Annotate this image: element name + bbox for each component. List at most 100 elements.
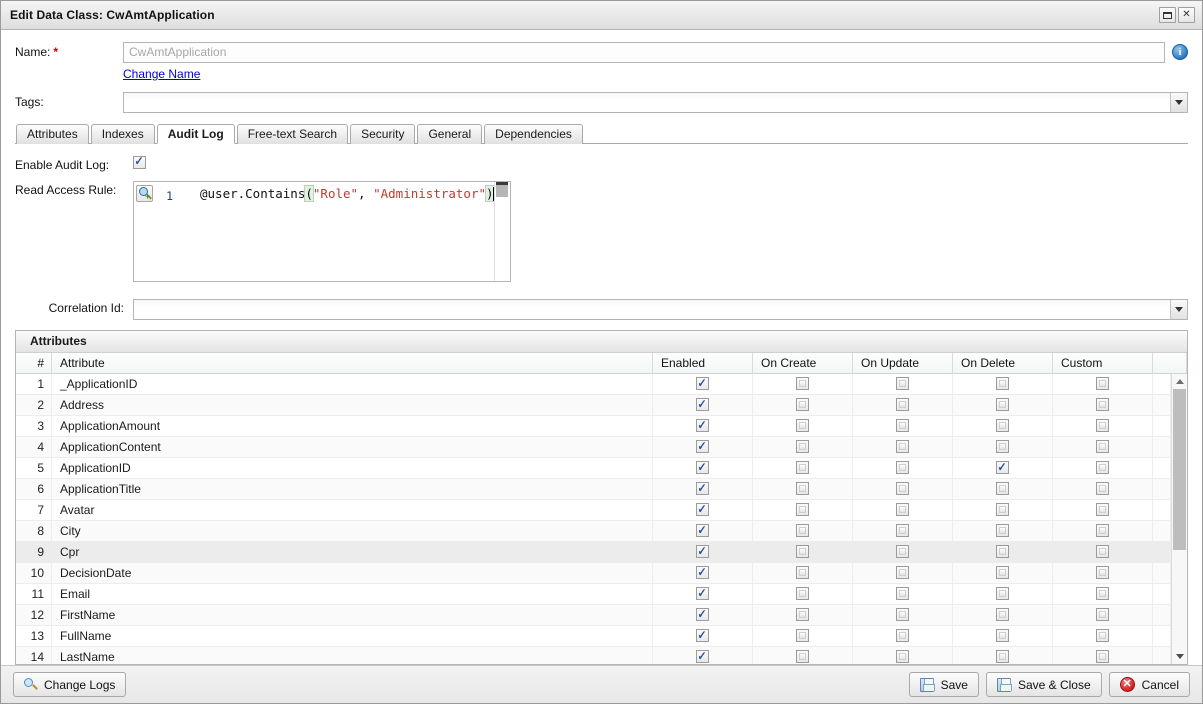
table-row[interactable]: 11Email ✓ ✓ ✓ ✓ ✓ <box>16 583 1171 605</box>
tab-free-text-search[interactable]: Free-text Search <box>236 123 349 144</box>
checkbox-enabled[interactable]: ✓ <box>696 566 709 580</box>
checkbox-enabled[interactable]: ✓ <box>696 440 709 454</box>
checkbox-custom[interactable]: ✓ <box>1096 482 1109 496</box>
checkbox-enabled[interactable]: ✓ <box>696 545 709 559</box>
checkbox-custom[interactable]: ✓ <box>1096 545 1109 559</box>
checkbox-on-delete[interactable]: ✓ <box>996 587 1009 601</box>
enable-audit-log-checkbox[interactable]: ✓ <box>133 155 146 169</box>
column-header-custom[interactable]: Custom <box>1053 352 1153 373</box>
table-row[interactable]: 13FullName ✓ ✓ ✓ ✓ ✓ <box>16 625 1171 647</box>
checkbox-on-create[interactable]: ✓ <box>796 419 809 433</box>
checkbox-enabled[interactable]: ✓ <box>696 629 709 643</box>
checkbox-on-delete[interactable]: ✓ <box>996 482 1009 496</box>
checkbox-enabled[interactable]: ✓ <box>696 608 709 622</box>
checkbox-on-update[interactable]: ✓ <box>896 629 909 643</box>
checkbox-on-create[interactable]: ✓ <box>796 377 809 391</box>
editor-scrollbar-thumb[interactable] <box>495 181 508 197</box>
checkbox-on-create[interactable]: ✓ <box>796 524 809 538</box>
table-row[interactable]: 6ApplicationTitle ✓ ✓ ✓ ✓ ✓ <box>16 478 1171 500</box>
checkbox-enabled[interactable]: ✓ <box>696 650 709 664</box>
checkbox-on-delete[interactable]: ✓ <box>996 650 1009 664</box>
checkbox-on-delete[interactable]: ✓ <box>996 566 1009 580</box>
checkbox-on-delete[interactable]: ✓ <box>996 461 1009 475</box>
restore-icon[interactable] <box>1159 7 1176 23</box>
column-header-on-delete[interactable]: On Delete <box>953 352 1053 373</box>
change-logs-button[interactable]: Change Logs <box>13 672 127 697</box>
tab-audit-log[interactable]: Audit Log <box>156 123 235 144</box>
checkbox-on-delete[interactable]: ✓ <box>996 524 1009 538</box>
checkbox-on-create[interactable]: ✓ <box>796 440 809 454</box>
checkbox-on-update[interactable]: ✓ <box>896 545 909 559</box>
checkbox-on-update[interactable]: ✓ <box>896 608 909 622</box>
checkbox-on-create[interactable]: ✓ <box>796 482 809 496</box>
tab-general[interactable]: General <box>417 123 483 144</box>
checkbox-custom[interactable]: ✓ <box>1096 608 1109 622</box>
checkbox-enabled[interactable]: ✓ <box>696 377 709 391</box>
checkbox-on-create[interactable]: ✓ <box>796 587 809 601</box>
checkbox-on-update[interactable]: ✓ <box>896 650 909 664</box>
column-header-enabled[interactable]: Enabled <box>653 352 753 373</box>
checkbox-custom[interactable]: ✓ <box>1096 419 1109 433</box>
tab-attributes[interactable]: Attributes <box>16 123 89 144</box>
checkbox-on-update[interactable]: ✓ <box>896 419 909 433</box>
checkbox-custom[interactable]: ✓ <box>1096 440 1109 454</box>
checkbox-enabled[interactable]: ✓ <box>696 482 709 496</box>
checkbox-on-create[interactable]: ✓ <box>796 650 809 664</box>
checkbox-on-update[interactable]: ✓ <box>896 440 909 454</box>
checkbox-on-update[interactable]: ✓ <box>896 503 909 517</box>
checkbox-on-create[interactable]: ✓ <box>796 566 809 580</box>
table-row[interactable]: 1_ApplicationID ✓ ✓ ✓ ✓ ✓ <box>16 373 1171 395</box>
table-row[interactable]: 9Cpr ✓ ✓ ✓ ✓ ✓ <box>16 541 1171 563</box>
checkbox-enabled[interactable]: ✓ <box>696 524 709 538</box>
tab-security[interactable]: Security <box>350 123 416 144</box>
correlation-id-combobox[interactable] <box>133 298 1188 320</box>
checkbox-enabled[interactable]: ✓ <box>696 461 709 475</box>
scroll-down-icon[interactable] <box>1172 649 1187 664</box>
table-row[interactable]: 2Address ✓ ✓ ✓ ✓ ✓ <box>16 394 1171 416</box>
table-row[interactable]: 14LastName ✓ ✓ ✓ ✓ ✓ <box>16 646 1171 664</box>
checkbox-on-delete[interactable]: ✓ <box>996 377 1009 391</box>
column-header-index[interactable]: # <box>16 352 52 373</box>
checkbox-enabled[interactable]: ✓ <box>696 503 709 517</box>
attributes-vertical-scrollbar[interactable] <box>1171 373 1187 664</box>
zoom-in-icon[interactable]: + <box>136 184 153 202</box>
table-row[interactable]: 5ApplicationID ✓ ✓ ✓ ✓ ✓ <box>16 457 1171 479</box>
table-row[interactable]: 12FirstName ✓ ✓ ✓ ✓ ✓ <box>16 604 1171 626</box>
column-header-on-create[interactable]: On Create <box>753 352 853 373</box>
checkbox-custom[interactable]: ✓ <box>1096 461 1109 475</box>
scrollbar-track[interactable] <box>1172 388 1187 649</box>
checkbox-custom[interactable]: ✓ <box>1096 524 1109 538</box>
checkbox-enabled[interactable]: ✓ <box>696 587 709 601</box>
checkbox-custom[interactable]: ✓ <box>1096 377 1109 391</box>
name-input[interactable] <box>123 41 1165 63</box>
checkbox-on-create[interactable]: ✓ <box>796 629 809 643</box>
scrollbar-thumb[interactable] <box>1173 388 1186 551</box>
checkbox-custom[interactable]: ✓ <box>1096 566 1109 580</box>
scroll-up-icon[interactable] <box>1172 373 1187 389</box>
checkbox-on-delete[interactable]: ✓ <box>996 398 1009 412</box>
checkbox-on-update[interactable]: ✓ <box>896 377 909 391</box>
checkbox-custom[interactable]: ✓ <box>1096 587 1109 601</box>
checkbox-custom[interactable]: ✓ <box>1096 650 1109 664</box>
save-and-close-button[interactable]: Save & Close <box>985 672 1102 697</box>
checkbox-enabled[interactable]: ✓ <box>696 419 709 433</box>
read-access-rule-editor[interactable]: + 1 @user.Contains("Role", "Administrato… <box>133 180 511 282</box>
checkbox-on-create[interactable]: ✓ <box>796 503 809 517</box>
change-name-link[interactable]: Change Name <box>123 65 200 83</box>
chevron-down-icon[interactable] <box>1170 299 1187 319</box>
checkbox-on-update[interactable]: ✓ <box>896 587 909 601</box>
close-icon[interactable]: ✕ <box>1178 7 1195 23</box>
table-row[interactable]: 3ApplicationAmount ✓ ✓ ✓ ✓ ✓ <box>16 415 1171 437</box>
checkbox-on-delete[interactable]: ✓ <box>996 608 1009 622</box>
checkbox-on-create[interactable]: ✓ <box>796 608 809 622</box>
column-header-on-update[interactable]: On Update <box>853 352 953 373</box>
checkbox-on-delete[interactable]: ✓ <box>996 629 1009 643</box>
checkbox-on-update[interactable]: ✓ <box>896 482 909 496</box>
info-icon[interactable]: i <box>1172 44 1188 61</box>
checkbox-on-update[interactable]: ✓ <box>896 524 909 538</box>
checkbox-custom[interactable]: ✓ <box>1096 629 1109 643</box>
checkbox-on-delete[interactable]: ✓ <box>996 419 1009 433</box>
table-row[interactable]: 4ApplicationContent ✓ ✓ ✓ ✓ ✓ <box>16 436 1171 458</box>
checkbox-enabled[interactable]: ✓ <box>696 398 709 412</box>
checkbox-on-update[interactable]: ✓ <box>896 566 909 580</box>
